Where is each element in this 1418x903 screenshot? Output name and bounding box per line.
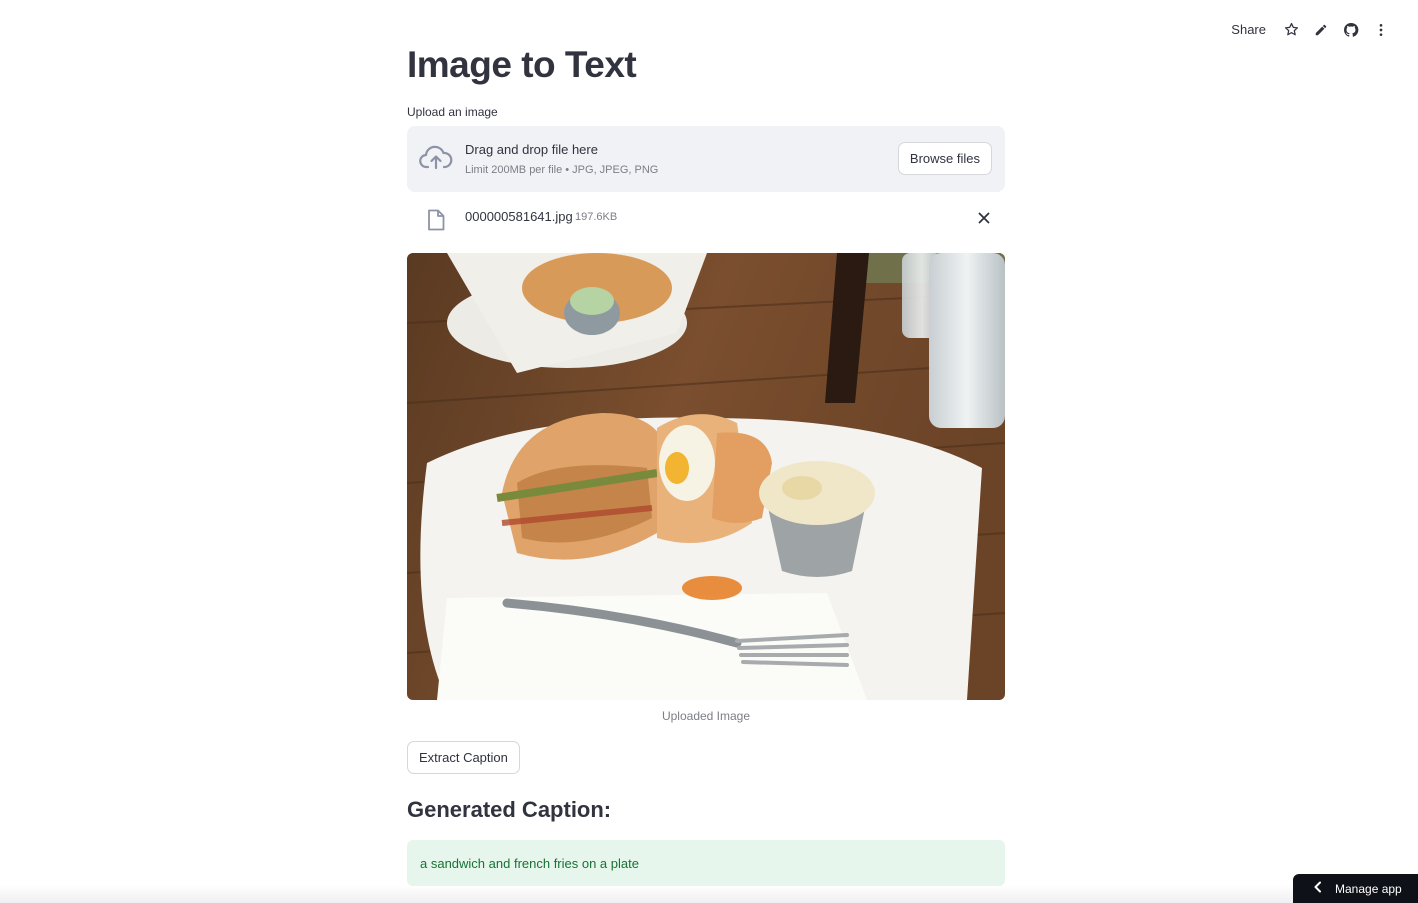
file-dropzone[interactable]: Drag and drop file here Limit 200MB per … <box>407 126 1005 192</box>
page-title: Image to Text <box>407 44 637 85</box>
dropzone-limit-text: Limit 200MB per file • JPG, JPEG, PNG <box>465 164 659 176</box>
image-caption: Uploaded Image <box>661 709 751 723</box>
file-name: 000000581641.jpg <box>465 209 573 224</box>
kebab-menu-icon[interactable] <box>1366 17 1396 43</box>
uploaded-file-row: 000000581641.jpg 197.6KB <box>407 204 1005 234</box>
caption-result-box: a sandwich and french fries on a plate <box>407 840 1005 886</box>
manage-app-label: Manage app <box>1335 881 1402 896</box>
dropzone-title: Drag and drop file here <box>465 142 598 157</box>
github-icon[interactable] <box>1336 17 1366 43</box>
header-toolbar: Share <box>1221 16 1396 43</box>
generated-caption-heading: Generated Caption: <box>407 797 612 822</box>
bottom-fade <box>0 885 1418 903</box>
manage-app-button[interactable]: Manage app <box>1293 874 1418 903</box>
uploader-label: Upload an image <box>407 105 498 119</box>
cloud-upload-icon <box>419 145 453 176</box>
chevron-left-icon <box>1313 881 1323 896</box>
close-icon[interactable] <box>977 211 991 230</box>
extract-caption-button[interactable]: Extract Caption <box>407 741 520 774</box>
file-icon <box>427 209 445 236</box>
pencil-icon[interactable] <box>1306 17 1336 43</box>
uploaded-image <box>407 253 1005 700</box>
caption-result-text: a sandwich and french fries on a plate <box>420 855 639 871</box>
share-button[interactable]: Share <box>1221 16 1276 43</box>
file-size: 197.6KB <box>575 211 618 223</box>
browse-files-button[interactable]: Browse files <box>897 142 992 175</box>
star-icon[interactable] <box>1276 17 1306 43</box>
